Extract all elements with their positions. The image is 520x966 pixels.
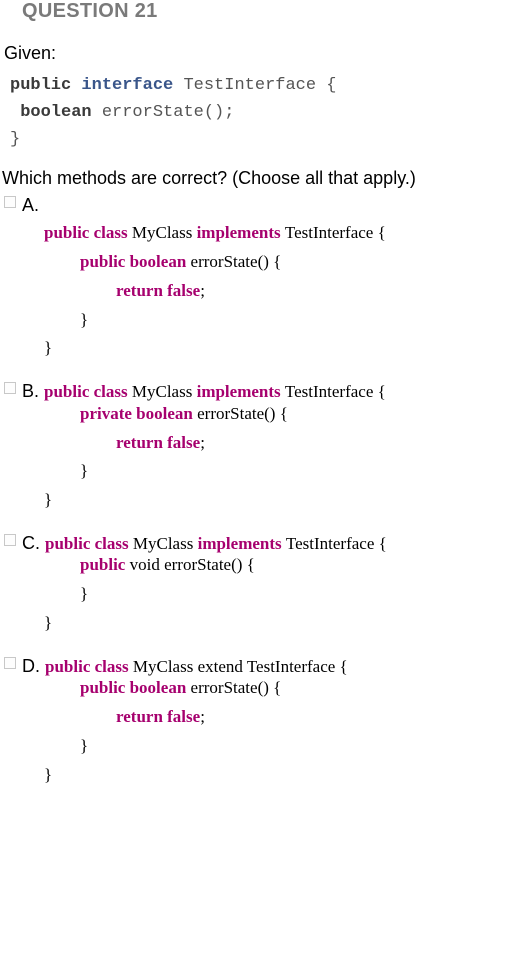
kw: public boolean — [80, 678, 191, 697]
kw: public boolean — [80, 252, 191, 271]
checkbox-d[interactable] — [4, 657, 16, 669]
kw-public: public — [10, 76, 81, 95]
kw: public class — [45, 534, 133, 553]
kw: public class — [44, 382, 132, 401]
id: errorState() { — [191, 678, 282, 697]
kw-interface: interface — [81, 76, 183, 95]
kw: implements — [197, 382, 285, 401]
method-decl: errorState(); — [102, 103, 235, 122]
kw: public class — [44, 223, 132, 242]
id: errorState() { — [197, 404, 288, 423]
id: void errorState() { — [130, 555, 255, 574]
id: MyClass — [132, 382, 197, 401]
question-prompt: Which methods are correct? (Choose all t… — [2, 168, 520, 189]
id: MyClass extend TestInterface { — [133, 657, 348, 676]
kw-boolean: boolean — [20, 103, 102, 122]
option-letter-d: D. — [22, 656, 45, 676]
brace: } — [80, 461, 88, 480]
code-block-b: private boolean errorState() { return fa… — [44, 400, 520, 516]
option-letter-a: A. — [22, 195, 39, 215]
option-a: A. public class MyClass implements TestI… — [4, 193, 520, 364]
brace: } — [80, 584, 88, 603]
id: TestInterface { — [286, 534, 387, 553]
code-block-a: public class MyClass implements TestInte… — [44, 219, 520, 363]
id: errorState() { — [191, 252, 282, 271]
checkbox-b[interactable] — [4, 382, 16, 394]
option-b: B. public class MyClass implements TestI… — [4, 379, 520, 515]
semi: ; — [200, 433, 205, 452]
option-letter-b: B. — [22, 381, 44, 401]
kw: public class — [45, 657, 133, 676]
close-brace: } — [10, 130, 20, 149]
answer-options: A. public class MyClass implements TestI… — [4, 193, 520, 790]
id: MyClass — [132, 223, 197, 242]
semi: ; — [200, 281, 205, 300]
option-letter-c: C. — [22, 533, 45, 553]
brace: } — [44, 490, 52, 509]
interface-name: TestInterface { — [183, 76, 336, 95]
kw: implements — [197, 223, 285, 242]
kw: return false — [116, 281, 200, 300]
checkbox-a[interactable] — [4, 196, 16, 208]
brace: } — [44, 765, 52, 784]
kw: public — [80, 555, 130, 574]
id: TestInterface { — [285, 223, 386, 242]
code-block-c: public void errorState() { } } — [44, 551, 520, 638]
id: TestInterface { — [285, 382, 386, 401]
brace: } — [80, 736, 88, 755]
option-d: D. public class MyClass extend TestInter… — [4, 654, 520, 790]
kw: private boolean — [80, 404, 197, 423]
option-c: C. public class MyClass implements TestI… — [4, 531, 520, 638]
brace: } — [44, 613, 52, 632]
kw: return false — [116, 707, 200, 726]
code-block-d: public boolean errorState() { return fal… — [44, 674, 520, 790]
semi: ; — [200, 707, 205, 726]
kw: implements — [198, 534, 286, 553]
checkbox-c[interactable] — [4, 534, 16, 546]
given-label: Given: — [4, 43, 520, 64]
brace: } — [80, 310, 88, 329]
given-code-block: public interface TestInterface { boolean… — [10, 72, 520, 154]
question-header: QUESTION 21 — [0, 0, 520, 23]
brace: } — [44, 338, 52, 357]
id: MyClass — [133, 534, 198, 553]
kw: return false — [116, 433, 200, 452]
